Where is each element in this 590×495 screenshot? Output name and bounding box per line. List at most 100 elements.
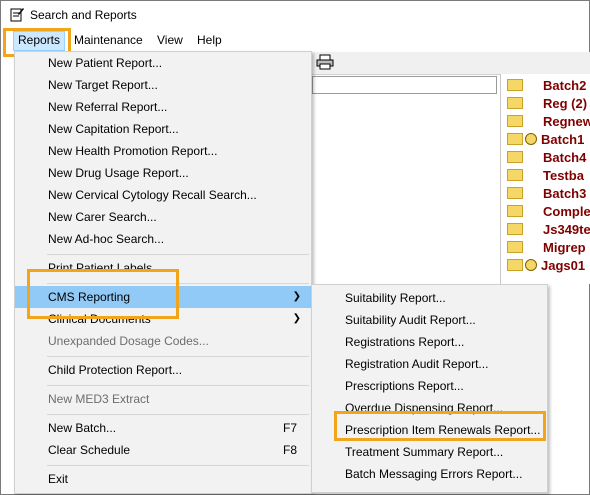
menu-item-label: Clear Schedule [48, 443, 131, 457]
menu-item-new-batch[interactable]: New Batch... F7 [15, 417, 311, 439]
batch-name: Jags01 [541, 258, 586, 273]
submenu-item-registration-audit-report[interactable]: Registration Audit Report... [312, 353, 547, 375]
menu-item-label: New Ad-hoc Search... [48, 232, 165, 246]
folder-icon [507, 96, 523, 109]
menu-item-label: Child Protection Report... [48, 363, 183, 377]
batch-list-item[interactable]: Reg (2) [507, 95, 587, 113]
menu-item-label: New Batch... [48, 421, 117, 435]
menu-item-label: New Carer Search... [48, 210, 157, 224]
submenu-item-suitability-audit-report[interactable]: Suitability Audit Report... [312, 309, 547, 331]
menu-help[interactable]: Help [193, 31, 226, 49]
menu-item-label: New MED3 Extract [48, 392, 150, 406]
submenu-item-registrations-report[interactable]: Registrations Report... [312, 331, 547, 353]
batch-name: Testba [543, 168, 584, 183]
search-field[interactable] [312, 76, 497, 94]
submenu-item-label: Treatment Summary Report... [345, 445, 504, 459]
batch-list-item[interactable]: Migrep [507, 239, 586, 257]
batch-name: Migrep [543, 240, 586, 255]
menu-item-new-ad-hoc-search[interactable]: New Ad-hoc Search... [15, 228, 311, 250]
batch-name: Batch4 [543, 150, 587, 165]
menu-item-unexpanded-dosage-codes: Unexpanded Dosage Codes... [15, 330, 311, 352]
batch-list-item[interactable]: Batch1 [507, 131, 584, 149]
batch-list-item[interactable]: Batch4 [507, 149, 586, 167]
title-bar: Search and Reports [1, 1, 589, 28]
menu-item-label: New Patient Report... [48, 56, 163, 70]
menu-item-label: New Health Promotion Report... [48, 144, 218, 158]
menu-item-label: New Target Report... [48, 78, 158, 92]
submenu-item-batch-messaging-errors-report[interactable]: Batch Messaging Errors Report... [312, 463, 547, 485]
batch-name: Regnew [543, 114, 590, 129]
submenu-item-label: Prescriptions Report... [345, 379, 464, 393]
batch-name: Batch1 [541, 132, 585, 147]
batch-list-item[interactable]: Jags01 [507, 257, 585, 275]
menu-item-exit[interactable]: Exit [15, 468, 311, 490]
clock-icon [525, 132, 537, 145]
batch-list-item[interactable]: Batch2 [507, 77, 586, 95]
menu-separator [47, 356, 309, 357]
folder-icon [507, 114, 523, 127]
renewals-report-callout [334, 411, 546, 441]
batch-list-item[interactable]: Js349te [507, 221, 590, 239]
batch-name: Batch3 [543, 186, 587, 201]
submenu-item-prescriptions-report[interactable]: Prescriptions Report... [312, 375, 547, 397]
batch-name: Comple [543, 204, 590, 219]
shortcut-key: F7 [282, 421, 297, 435]
window-title: Search and Reports [30, 8, 137, 22]
menu-item-new-patient-report[interactable]: New Patient Report... [15, 52, 311, 74]
batch-list-item[interactable]: Batch3 [507, 185, 586, 203]
menu-separator [47, 465, 309, 466]
menu-item-child-protection-report[interactable]: Child Protection Report... [15, 359, 311, 381]
menu-separator [47, 414, 309, 415]
chevron-right-icon: ❯ [292, 313, 301, 324]
batch-name: Reg (2) [543, 96, 588, 111]
menu-item-new-med3-extract: New MED3 Extract [15, 388, 311, 410]
menu-item-new-carer-search[interactable]: New Carer Search... [15, 206, 311, 228]
menu-item-new-referral-report[interactable]: New Referral Report... [15, 96, 311, 118]
batch-name: Batch2 [543, 78, 587, 93]
menu-item-label: New Referral Report... [48, 100, 168, 114]
menu-item-label: New Drug Usage Report... [48, 166, 189, 180]
menu-item-new-capitation-report[interactable]: New Capitation Report... [15, 118, 311, 140]
submenu-item-treatment-summary-report[interactable]: Treatment Summary Report... [312, 441, 547, 463]
menu-maintenance[interactable]: Maintenance [70, 31, 147, 49]
batch-list-item[interactable]: Regnew [507, 113, 590, 131]
clock-icon [525, 258, 537, 271]
printer-icon[interactable] [315, 54, 335, 70]
menu-bar: Reports Maintenance View Help [1, 29, 589, 51]
menu-item-label: New Capitation Report... [48, 122, 179, 136]
folder-icon [507, 222, 523, 235]
chevron-right-icon: ❯ [292, 291, 301, 302]
batch-list-item[interactable]: Testba [507, 167, 584, 185]
folder-icon [507, 186, 523, 199]
menu-item-new-cervical-cytology-recall-search[interactable]: New Cervical Cytology Recall Search... [15, 184, 311, 206]
menu-view[interactable]: View [153, 31, 187, 49]
menu-item-new-health-promotion-report[interactable]: New Health Promotion Report... [15, 140, 311, 162]
toolbar [310, 52, 590, 75]
batch-name: Js349te [543, 222, 590, 237]
menu-separator [47, 385, 309, 386]
folder-icon [507, 150, 523, 163]
cms-reporting-callout [27, 269, 179, 319]
batch-list-pane: Batch2 Reg (2) Regnew Batch1 Batch4 Testba Bat… [500, 74, 590, 284]
document-edit-icon [10, 8, 24, 22]
shortcut-key: F8 [282, 443, 297, 457]
menu-item-label: Unexpanded Dosage Codes... [48, 334, 209, 348]
folder-icon [507, 204, 523, 217]
folder-icon [507, 132, 523, 145]
submenu-item-label: Batch Messaging Errors Report... [345, 467, 523, 481]
submenu-item-label: Registrations Report... [345, 335, 465, 349]
menu-item-new-drug-usage-report[interactable]: New Drug Usage Report... [15, 162, 311, 184]
folder-icon [507, 168, 523, 181]
cms-reporting-submenu: Suitability Report... Suitability Audit R… [311, 284, 548, 493]
folder-icon [507, 78, 523, 91]
menu-item-label: Exit [48, 472, 69, 486]
submenu-item-label: Suitability Report... [345, 291, 446, 305]
menu-separator [47, 254, 309, 255]
submenu-item-label: Suitability Audit Report... [345, 313, 476, 327]
submenu-item-suitability-report[interactable]: Suitability Report... [312, 287, 547, 309]
batch-list-item[interactable]: Comple [507, 203, 590, 221]
menu-item-new-target-report[interactable]: New Target Report... [15, 74, 311, 96]
folder-icon [507, 240, 523, 253]
menu-item-clear-schedule[interactable]: Clear Schedule F8 [15, 439, 311, 461]
menu-item-label: New Cervical Cytology Recall Search... [48, 188, 257, 202]
